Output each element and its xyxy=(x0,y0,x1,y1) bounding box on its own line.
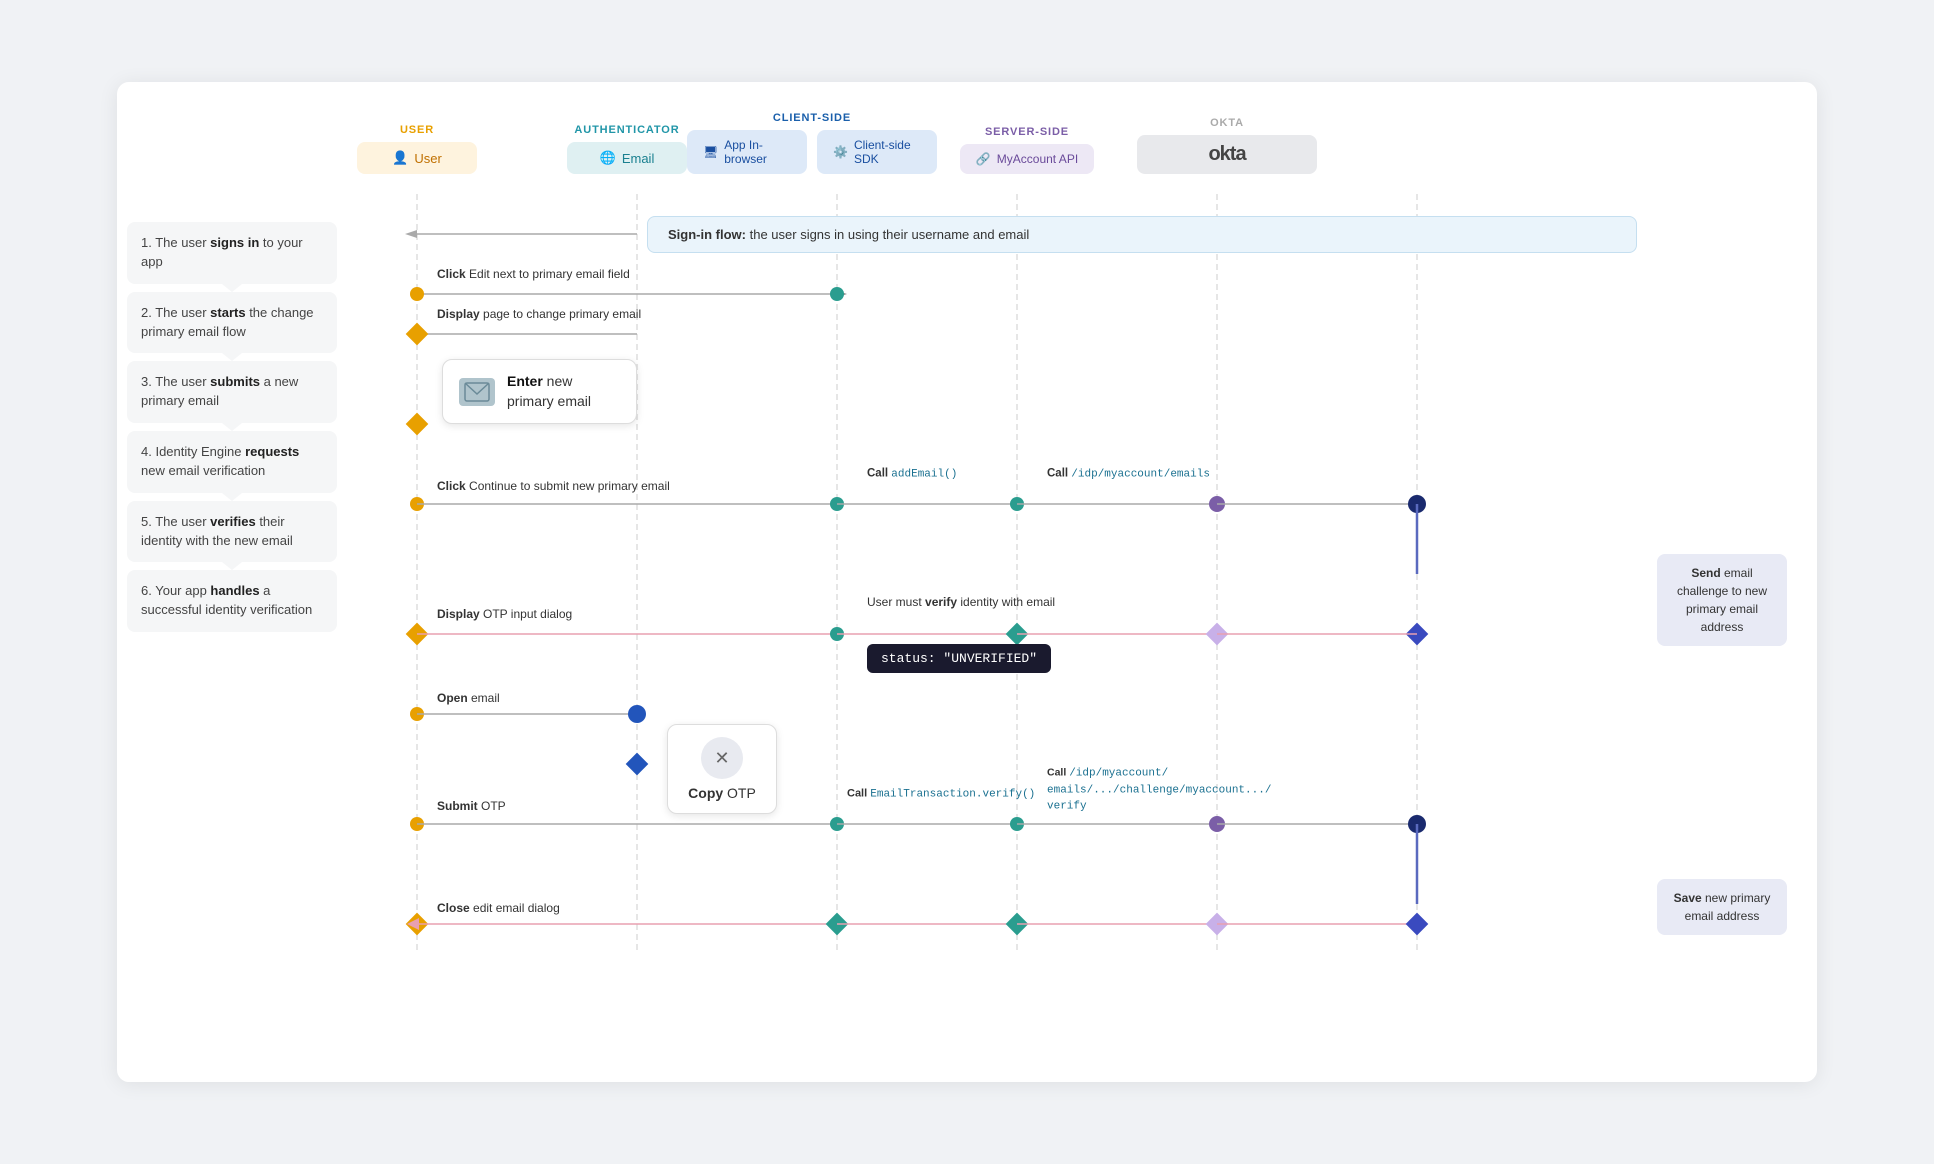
label-display-otp: Display OTP input dialog xyxy=(437,607,572,621)
col-box-okta: okta xyxy=(1137,135,1317,174)
step-5: 5. The user verifies their identity with… xyxy=(127,501,337,563)
label-call-verify: Call EmailTransaction.verify() xyxy=(847,788,1035,801)
sidebar: 1. The user signs in to your app 2. The … xyxy=(127,112,337,954)
okta-panel-send: Send email challenge to new primary emai… xyxy=(1657,554,1787,646)
enter-email-text: Enter newprimary email xyxy=(507,372,591,411)
col-user: USER 👤 User xyxy=(357,124,477,174)
email-card-icon xyxy=(459,378,495,406)
step-3: 3. The user submits a new primary email xyxy=(127,361,337,423)
step-1: 1. The user signs in to your app xyxy=(127,222,337,284)
col-label-client: CLIENT-SIDE xyxy=(773,112,851,124)
label-call-idp: Call /idp/myaccount/emails xyxy=(1047,468,1210,481)
col-box-sdk: ⚙️ Client-side SDK xyxy=(817,130,937,174)
label-display-page: Display page to change primary email xyxy=(437,307,641,321)
col-label-user: USER xyxy=(400,124,434,136)
col-label-server: SERVER-SIDE xyxy=(985,126,1069,138)
col-label-auth: AUTHENTICATOR xyxy=(574,124,679,136)
copy-otp-card: ✕ Copy OTP xyxy=(667,724,777,814)
signin-banner: Sign-in flow: the user signs in using th… xyxy=(647,216,1637,253)
label-user-must-verify: User must verify identity with email xyxy=(867,595,1055,609)
enter-email-card: Enter newprimary email xyxy=(442,359,637,424)
col-box-client: 🖥 App In-browser xyxy=(687,130,807,174)
col-box-user: 👤 User xyxy=(357,142,477,174)
label-click-edit: Click Edit next to primary email field xyxy=(437,267,630,281)
col-client: CLIENT-SIDE 🖥 App In-browser ⚙️ Client-s… xyxy=(697,112,927,174)
col-server: SERVER-SIDE 🔗 MyAccount API xyxy=(927,126,1127,174)
diagram-container: 1. The user signs in to your app 2. The … xyxy=(117,82,1817,1082)
col-okta: OKTA okta xyxy=(1127,117,1327,174)
label-submit-otp: Submit OTP xyxy=(437,799,506,813)
label-open-email: Open email xyxy=(437,691,500,705)
step-4: 4. Identity Engine requests new email ve… xyxy=(127,431,337,493)
status-badge: status: "UNVERIFIED" xyxy=(867,644,1051,673)
col-box-server: 🔗 MyAccount API xyxy=(960,144,1094,174)
step-2: 2. The user starts the change primary em… xyxy=(127,292,337,354)
okta-panel-save: Save new primary email address xyxy=(1657,879,1787,935)
step-6: 6. Your app handles a successful identit… xyxy=(127,570,337,632)
label-close-dialog: Close edit email dialog xyxy=(437,901,560,915)
copy-icon: ✕ xyxy=(701,737,743,779)
label-click-continue: Click Continue to submit new primary ema… xyxy=(437,479,670,493)
header-row: USER 👤 User AUTHENTICATOR 🌐 Email xyxy=(337,112,1797,174)
label-call-addemail: Call addEmail() xyxy=(867,468,957,481)
col-label-okta: OKTA xyxy=(1210,117,1244,129)
diagram-main: USER 👤 User AUTHENTICATOR 🌐 Email xyxy=(337,112,1797,954)
col-box-auth: 🌐 Email xyxy=(567,142,687,174)
col-auth: AUTHENTICATOR 🌐 Email xyxy=(557,124,697,174)
swim-area: Sign-in flow: the user signs in using th… xyxy=(337,194,1797,954)
copy-label: Copy OTP xyxy=(688,785,756,801)
label-call-challenge: Call /idp/myaccount/emails/.../challenge… xyxy=(1047,765,1207,815)
